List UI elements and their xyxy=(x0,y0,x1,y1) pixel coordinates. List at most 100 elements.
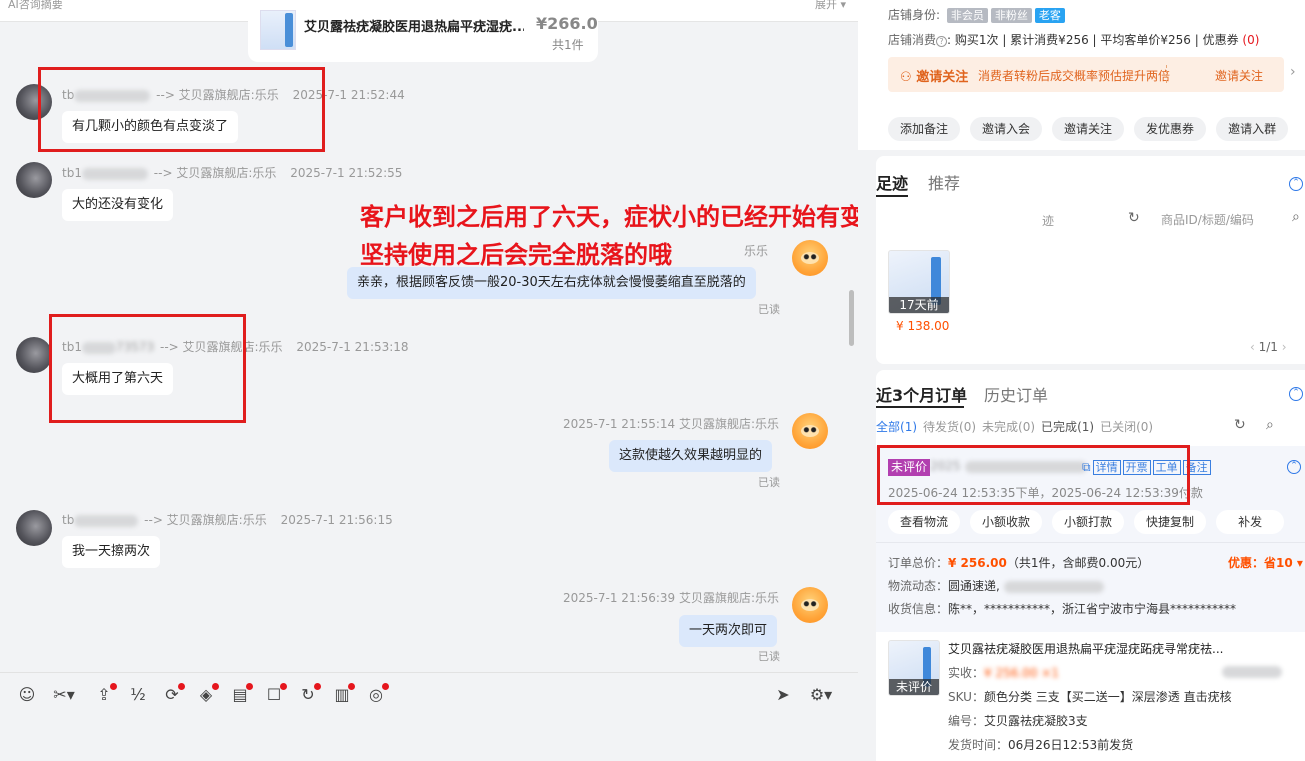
agent-message[interactable]: 一天两次即可 xyxy=(679,615,778,647)
clipboard-icon[interactable]: ▤ xyxy=(230,683,253,705)
store-identity: 店铺身份: 非会员 非粉丝 老客 xyxy=(888,6,1065,23)
chat-scrollbar[interactable] xyxy=(849,290,854,346)
filter-closed[interactable]: 已关闭(0) xyxy=(1100,418,1153,435)
filter-pending-ship[interactable]: 待发货(0) xyxy=(923,418,976,435)
highlight-box xyxy=(877,445,1190,505)
annotation-line-1: 客户收到之后用了六天，症状小的已经开始有变化了 xyxy=(360,203,858,231)
upload-icon[interactable]: ⇪ xyxy=(94,683,117,705)
send-circle-icon[interactable]: ➤ xyxy=(773,685,793,705)
tag-old-customer: 老客 xyxy=(1034,8,1065,23)
tab-history-orders[interactable]: 历史订单 xyxy=(984,382,1048,406)
message-meta: 2025-7-1 21:56:39 艾贝露旗舰店:乐乐 xyxy=(563,591,780,605)
message-meta: 乐乐 xyxy=(744,244,769,258)
store-actions: 添加备注 邀请入会 邀请关注 发优惠券 邀请入群 xyxy=(888,117,1289,141)
footprint-card: 足迹 推荐 ⌃ 迹 ↻ 商品ID/标题/编码 ⌕ 17天前 ¥ 138.00 ‹… xyxy=(876,156,1305,364)
footprint-age-badge: 17天前 xyxy=(889,297,949,313)
message-meta: tb1 --> 艾贝露旗舰店:乐乐 2025-7-1 21:52:55 xyxy=(62,166,403,180)
customer-message[interactable]: 大的还没有变化 xyxy=(62,189,174,221)
collapse-icon[interactable]: ⌃ xyxy=(1287,460,1301,474)
footprint-filter-label: 迹 xyxy=(1042,214,1055,228)
search-icon[interactable]: ⌕ xyxy=(1292,209,1300,225)
customer-info-panel: 店铺身份: 非会员 非粉丝 老客 店铺消费?: 购买1次 | 累计消费¥256 | … xyxy=(858,0,1305,761)
agent-avatar xyxy=(792,587,828,623)
store-info-card: 店铺身份: 非会员 非粉丝 老客 店铺消费?: 购买1次 | 累计消费¥256 | … xyxy=(858,0,1305,150)
order-filters: 全部(1) 待发货(0) 未完成(0) 已完成(1) 已关闭(0) xyxy=(876,418,1153,435)
input-toolbar: ☺ ✂▾ ⇪ ½ ⟳ ◈ ▤ ☐ ↻ ▥ ◎ ➤ ⚙▾ xyxy=(0,672,858,717)
banner-title: ⚇ 邀请关注 xyxy=(900,70,969,85)
expand-button[interactable]: 展开 ▾ xyxy=(815,0,846,12)
order-product-sku: SKU：颜色分类 三支【买二送一】深层渗透 直击疣核 xyxy=(948,690,1232,704)
annotation-line-2: 坚持使用之后会完全脱落的哦 xyxy=(360,241,672,269)
tab-recommend[interactable]: 推荐 xyxy=(928,170,960,194)
banner-text: 消费者转粉后成交概率预估提升两倍 xyxy=(978,69,1171,83)
order-product-title[interactable]: 艾贝露祛疣凝胶医用退热扁平疣湿疣跖疣寻常疣祛... xyxy=(948,640,1223,657)
customer-message[interactable]: 我一天擦两次 xyxy=(62,536,161,568)
order-address: 收货信息：陈**，***********，浙江省宁波市宁海县**********… xyxy=(888,602,1237,616)
refresh-coin-icon[interactable]: ⟳ xyxy=(162,683,185,705)
orders-card: 近3个月订单 历史订单 ⌃ 全部(1) 待发货(0) 未完成(0) 已完成(1)… xyxy=(876,370,1305,761)
search-bulb-icon[interactable]: ◎ xyxy=(366,683,389,705)
help-icon[interactable]: ? xyxy=(936,36,948,47)
customer-avatar[interactable] xyxy=(16,162,52,198)
small-receive-button[interactable]: 小额收款 xyxy=(970,510,1043,534)
filter-completed[interactable]: 已完成(1) xyxy=(1041,418,1094,435)
rotate-icon[interactable]: ↻ xyxy=(298,683,321,705)
customer-avatar[interactable] xyxy=(16,337,52,373)
agent-avatar xyxy=(792,240,828,276)
emoji-icon[interactable]: ☺ xyxy=(17,685,37,705)
footprint-product-thumb[interactable]: 17天前 xyxy=(888,250,950,314)
order-logistics: 物流动态：圆通速递, xyxy=(888,577,1104,594)
tag-icon[interactable]: ◈ xyxy=(196,683,219,705)
invite-follow-button[interactable]: 邀请关注 xyxy=(1052,117,1125,141)
product-card[interactable]: 艾贝露祛疣凝胶医用退热扁平疣湿疣... ¥266.0 共1件 xyxy=(248,6,598,62)
receipt-icon[interactable]: ▥ xyxy=(332,683,355,705)
order-total: 订单总价：¥ 256.00（共1件，含邮费0.00元） xyxy=(888,556,1150,570)
product-title: 艾贝露祛疣凝胶医用退热扁平疣湿疣... xyxy=(304,20,524,35)
agent-avatar xyxy=(792,413,828,449)
order-actions: 查看物流 小额收款 小额打款 快捷复制 补发 xyxy=(888,510,1285,534)
message-meta: tb --> 艾贝露旗舰店:乐乐 2025-7-1 21:56:15 xyxy=(62,513,393,527)
order-product-code: 编号：艾贝露祛疣凝胶3支 xyxy=(948,714,1088,728)
tab-recent-orders[interactable]: 近3个月订单 xyxy=(876,382,967,406)
tag-non-fan: 非粉丝 xyxy=(990,8,1032,23)
add-note-button[interactable]: 添加备注 xyxy=(888,117,961,141)
tab-footprint[interactable]: 足迹 xyxy=(876,170,908,194)
add-card-icon[interactable]: ☐ xyxy=(264,683,287,705)
quick-copy-button[interactable]: 快捷复制 xyxy=(1134,510,1207,534)
refresh-icon[interactable]: ↻ xyxy=(1128,210,1140,226)
filter-all[interactable]: 全部(1) xyxy=(876,418,917,435)
reissue-button[interactable]: 补发 xyxy=(1216,510,1285,534)
product-count: 共1件 xyxy=(552,38,584,52)
message-meta: 2025-7-1 21:55:14 艾贝露旗舰店:乐乐 xyxy=(563,417,780,431)
invite-group-button[interactable]: 邀请入群 xyxy=(1216,117,1289,141)
small-pay-button[interactable]: 小额打款 xyxy=(1052,510,1125,534)
chevron-right-icon[interactable]: › xyxy=(1290,64,1296,80)
read-status: 已读 xyxy=(758,476,780,489)
scissors-icon[interactable]: ✂▾ xyxy=(50,685,78,705)
chat-panel: AI咨询摘要 展开 ▾ 艾贝露祛疣凝胶医用退热扁平疣湿疣... ¥266.0 共… xyxy=(0,0,858,761)
order-ship-time: 发货时间：06月26日12:53前发货 xyxy=(948,738,1134,752)
refresh-icon[interactable]: ↻ xyxy=(1234,417,1246,433)
view-logistics-button[interactable]: 查看物流 xyxy=(888,510,961,534)
store-consume: 店铺消费?: 购买1次 | 累计消费¥256 | 平均客单价¥256 | 优惠券… xyxy=(888,33,1260,47)
invite-follow-banner: ⚇ 邀请关注 消费者转粉后成交概率预估提升两倍 邀请关注 xyxy=(888,57,1284,92)
fraction-icon[interactable]: ½ xyxy=(128,685,148,705)
order-product-paid: 实收：¥ 256.00 ×1 xyxy=(948,666,1059,680)
order-product-badge: 未评价 xyxy=(889,679,939,695)
settings-gear-icon[interactable]: ⚙▾ xyxy=(806,685,836,705)
search-icon[interactable]: ⌕ xyxy=(1266,417,1274,433)
collapse-icon[interactable]: ⌃ xyxy=(1289,387,1303,401)
agent-message[interactable]: 这款使越久效果越明显的 xyxy=(609,440,773,472)
collapse-icon[interactable]: ⌃ xyxy=(1289,177,1303,191)
order-discount[interactable]: 优惠：省10 ▾ xyxy=(1228,554,1303,571)
highlight-box xyxy=(49,314,246,423)
product-price: ¥266.0 xyxy=(536,14,598,33)
order-product-thumb[interactable]: 未评价 xyxy=(888,640,940,696)
customer-avatar[interactable] xyxy=(16,510,52,546)
invite-member-button[interactable]: 邀请入会 xyxy=(970,117,1043,141)
product-search-input[interactable]: 商品ID/标题/编码 xyxy=(1161,211,1254,228)
filter-incomplete[interactable]: 未完成(0) xyxy=(982,418,1035,435)
pagination[interactable]: ‹ 1/1 › xyxy=(1250,340,1287,354)
send-coupon-button[interactable]: 发优惠券 xyxy=(1134,117,1207,141)
banner-invite-button[interactable]: 邀请关注 xyxy=(1215,67,1263,84)
